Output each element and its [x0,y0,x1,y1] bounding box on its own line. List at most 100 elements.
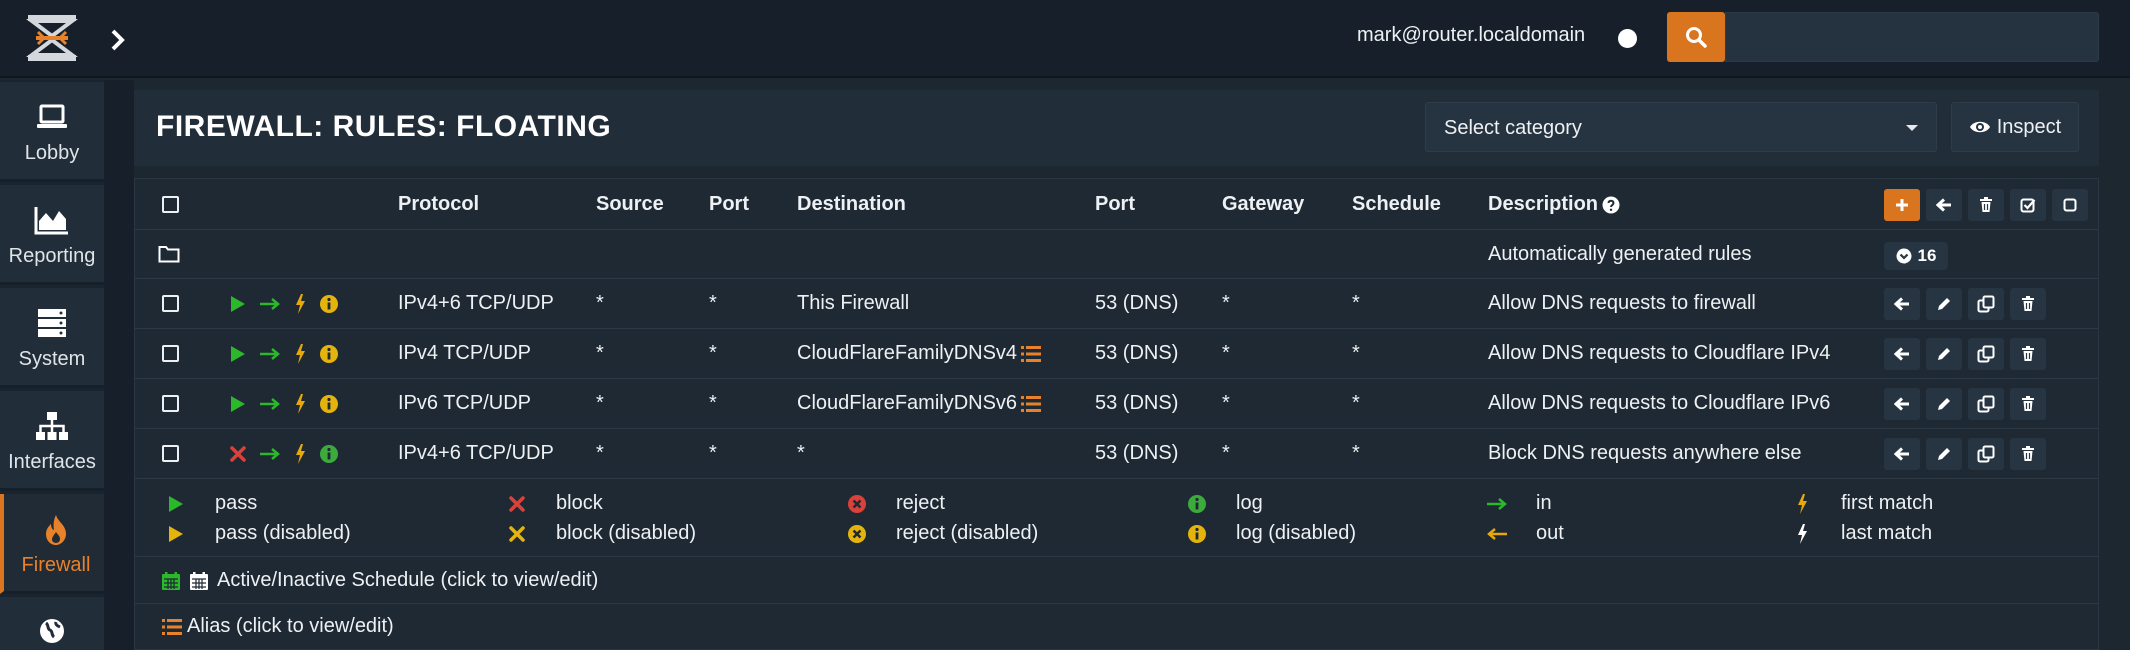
alias-list-icon[interactable] [1020,395,1042,413]
edit-button[interactable] [1926,388,1962,420]
caret-down-icon [1906,125,1918,131]
calendar-inactive-icon [190,571,208,590]
destination-alias-link[interactable]: CloudFlareFamilyDNSv6 [797,392,1017,415]
destination-alias-link[interactable]: CloudFlareFamilyDNSv4 [797,342,1017,365]
enable-selected-button[interactable] [2010,189,2046,221]
sidebar-item-label: Lobby [24,142,80,164]
fire-icon [4,514,108,548]
laptop-icon [0,102,104,136]
logo-icon[interactable] [24,12,80,64]
clone-button[interactable] [1968,388,2004,420]
move-before-button[interactable] [1884,338,1920,370]
info-icon[interactable] [319,394,339,414]
help-icon[interactable] [1602,196,1620,214]
log-icon[interactable] [319,444,339,464]
block-disabled-icon [500,524,534,544]
edit-button[interactable] [1926,438,1962,470]
row-checkbox[interactable] [162,295,179,312]
pass-icon[interactable] [229,294,247,314]
search-button[interactable] [1667,12,1725,62]
delete-button[interactable] [2010,338,2046,370]
sidebar-item-system[interactable]: System [0,288,104,388]
clone-icon [1977,295,1995,313]
cell-protocol: IPv6 TCP/UDP [398,392,531,414]
disable-selected-button[interactable] [2052,189,2088,221]
block-icon[interactable] [229,444,247,464]
move-before-button[interactable] [1884,288,1920,320]
calendar-active-icon [162,571,180,590]
edit-button[interactable] [1926,288,1962,320]
col-source: Source [596,193,664,215]
select-all-checkbox[interactable] [162,196,179,213]
user-label[interactable]: mark@router.localdomain [1357,24,1585,47]
clone-icon [1977,345,1995,363]
cell-schedule: * [1352,392,1360,414]
move-before-button[interactable] [1884,438,1920,470]
pass-icon[interactable] [229,394,247,414]
schedule-legend-row: Active/Inactive Schedule (click to view/… [135,557,2098,604]
pencil-icon [1938,348,1950,360]
clone-button[interactable] [1968,438,2004,470]
category-select[interactable]: Select category [1425,102,1937,152]
trash-icon [2022,346,2034,361]
cell-schedule: * [1352,442,1360,464]
trash-icon [2022,296,2034,311]
schedule-legend-label: Active/Inactive Schedule (click to view/… [217,569,599,591]
first-match-icon [296,344,305,364]
move-selected-button[interactable] [1926,189,1962,221]
legend-label: pass (disabled) [215,522,351,544]
cell-description: Allow DNS requests to firewall [1488,292,1756,314]
delete-button[interactable] [2010,438,2046,470]
alias-list-icon[interactable] [1020,345,1042,363]
sidebar-item-reporting[interactable]: Reporting [0,185,104,285]
sidebar-item-interfaces[interactable]: Interfaces [0,391,104,491]
search-input[interactable] [1725,12,2099,62]
clone-button[interactable] [1968,338,2004,370]
cell-schedule: * [1352,342,1360,364]
theme-toggle-icon[interactable] [1618,29,1637,48]
group-row[interactable]: Automatically generated rules 16 [135,230,2098,279]
delete-button[interactable] [2010,388,2046,420]
log-icon [1180,494,1214,514]
first-match-icon [296,294,305,314]
trash-icon [2022,396,2034,411]
add-rule-button[interactable] [1884,189,1920,221]
sidebar-item-vpn[interactable] [0,597,104,650]
direction-in-icon [260,448,280,460]
group-count-badge[interactable]: 16 [1884,242,1948,270]
inspect-button[interactable]: Inspect [1951,102,2079,152]
info-icon[interactable] [319,294,339,314]
row-checkbox[interactable] [162,445,179,462]
row-checkbox[interactable] [162,345,179,362]
info-icon[interactable] [319,344,339,364]
sidebar-item-firewall[interactable]: Firewall [0,494,104,594]
arrow-left-icon [1894,397,1909,411]
clone-button[interactable] [1968,288,2004,320]
pencil-icon [1938,298,1950,310]
cell-gateway: * [1222,442,1230,464]
delete-button[interactable] [2010,288,2046,320]
cell-dest-port: 53 (DNS) [1095,442,1179,464]
arrow-left-icon [1936,198,1951,212]
row-checkbox[interactable] [162,395,179,412]
arrow-left-icon [1894,347,1909,361]
chevron-right-icon[interactable] [106,26,130,54]
last-match-icon [1785,523,1819,545]
pencil-icon [1938,398,1950,410]
delete-selected-button[interactable] [1968,189,2004,221]
legend-pass: pass [159,492,257,515]
clone-icon [1977,445,1995,463]
alias-list-icon [162,618,182,635]
cell-source: * [596,292,604,314]
rule-status-icons [229,293,339,315]
globe-icon [0,617,104,650]
pass-icon[interactable] [229,344,247,364]
move-before-button[interactable] [1884,388,1920,420]
edit-button[interactable] [1926,338,1962,370]
legend-pass-disabled: pass (disabled) [159,522,351,545]
cell-destination: CloudFlareFamilyDNSv4 [797,342,1042,365]
sidebar-item-lobby[interactable]: Lobby [0,82,104,182]
cell-protocol: IPv4+6 TCP/UDP [398,442,554,464]
group-count: 16 [1917,246,1937,265]
eye-icon [1969,121,1990,133]
